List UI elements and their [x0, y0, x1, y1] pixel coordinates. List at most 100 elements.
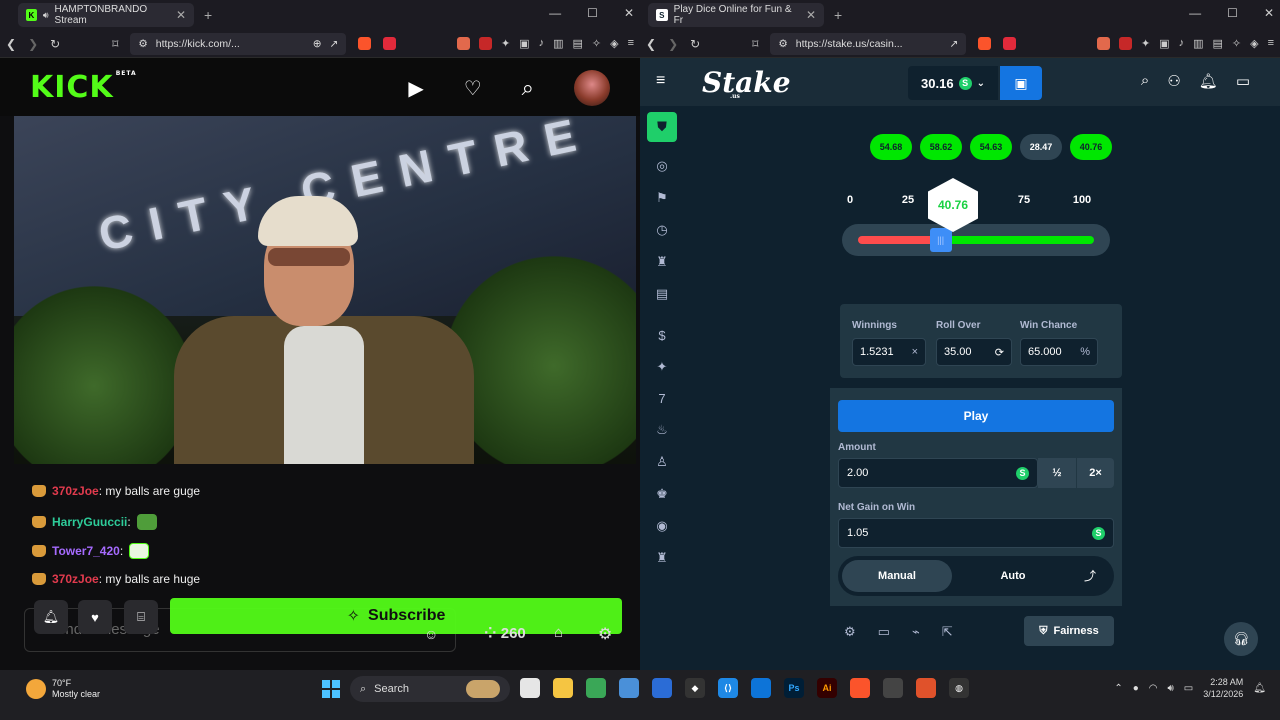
- calculator-icon[interactable]: [619, 678, 639, 698]
- live-support-icon[interactable]: 🎧︎: [1224, 622, 1258, 656]
- chevron-up-icon[interactable]: ⌃: [1114, 683, 1122, 694]
- hamburger-menu-icon[interactable]: ≡: [656, 72, 665, 90]
- notification-bell-icon[interactable]: 🔔︎: [34, 600, 68, 634]
- brave-shield-icon[interactable]: [358, 37, 372, 50]
- result-pill[interactable]: 54.68: [870, 134, 912, 160]
- game-shows-icon[interactable]: ♜: [656, 550, 668, 566]
- davinci-icon[interactable]: [883, 678, 903, 698]
- vpn-icon[interactable]: ◈: [610, 37, 618, 50]
- new-tab-icon[interactable]: +: [204, 7, 212, 23]
- forward-icon[interactable]: ❯: [28, 37, 38, 51]
- illustrator-icon[interactable]: Ai: [817, 678, 837, 698]
- sports-icon[interactable]: ◎: [656, 158, 667, 174]
- double-button[interactable]: 2×: [1077, 458, 1114, 488]
- result-pill[interactable]: 58.62: [920, 134, 962, 160]
- casino-icon[interactable]: ⛊: [647, 112, 677, 142]
- stake-logo[interactable]: Stake .us: [702, 66, 791, 100]
- menu-icon[interactable]: ≡: [628, 37, 634, 50]
- winnings-input[interactable]: 1.5231 ×: [852, 338, 926, 366]
- dice-slider[interactable]: |||: [842, 224, 1110, 256]
- reload-icon[interactable]: ↻: [50, 37, 60, 51]
- chat-username[interactable]: 370zJoe: [52, 572, 99, 586]
- amount-input[interactable]: 2.00 S: [838, 458, 1038, 488]
- exclusives-icon[interactable]: ♙: [656, 454, 668, 470]
- chat-username[interactable]: Tower7_420: [52, 544, 120, 558]
- address-bar[interactable]: ⚙ https://kick.com/... ⊕ ↗: [130, 32, 347, 55]
- bookmark-icon[interactable]: ⌑: [112, 37, 118, 51]
- photoshop-icon[interactable]: Ps: [784, 678, 804, 698]
- balance-dropdown[interactable]: 30.16 S ⌄: [908, 66, 998, 100]
- tab-stake-dice[interactable]: S Play Dice Online for Fun & Fr ✕: [648, 3, 824, 27]
- new-releases-icon[interactable]: ✦: [657, 359, 668, 375]
- theatre-mode-icon[interactable]: ▭: [878, 624, 890, 640]
- notepad-icon[interactable]: [586, 678, 606, 698]
- sidebar-icon[interactable]: ▥: [553, 37, 563, 50]
- following-heart-icon[interactable]: ♡: [464, 76, 482, 101]
- obs-icon[interactable]: ◍: [949, 678, 969, 698]
- file-explorer-icon[interactable]: [553, 678, 573, 698]
- speaker-icon[interactable]: 🔊︎: [43, 10, 49, 21]
- battery-icon[interactable]: ▭: [1184, 683, 1193, 694]
- close-window-icon[interactable]: ✕: [624, 6, 634, 20]
- user-avatar[interactable]: [574, 70, 610, 106]
- my-bets-icon[interactable]: ▤: [656, 286, 668, 302]
- wifi-icon[interactable]: ◠: [1149, 683, 1158, 694]
- tray-app-icon[interactable]: ●: [1133, 683, 1139, 694]
- unity-icon[interactable]: ◆: [685, 678, 705, 698]
- result-pill[interactable]: 40.76: [1070, 134, 1112, 160]
- close-tab-icon[interactable]: ✕: [176, 8, 186, 22]
- taskbar-search[interactable]: ⌕ Search: [350, 676, 510, 702]
- volume-icon[interactable]: 🔊︎: [1167, 683, 1173, 694]
- minimize-icon[interactable]: —: [1189, 6, 1201, 20]
- brave-icon[interactable]: [850, 678, 870, 698]
- notifications-bell-icon[interactable]: 🔔︎: [1199, 72, 1218, 90]
- challenges-icon[interactable]: ♜: [656, 254, 668, 270]
- task-view-icon[interactable]: [520, 678, 540, 698]
- y-extension-icon[interactable]: [478, 37, 492, 50]
- chat-settings-icon[interactable]: ⚙: [598, 624, 612, 644]
- new-tab-icon[interactable]: +: [834, 7, 842, 23]
- kick-logo[interactable]: KICK BETA: [30, 70, 137, 105]
- fairness-button[interactable]: ⛨ Fairness: [1024, 616, 1114, 646]
- zoom-icon[interactable]: ⊕: [313, 38, 322, 50]
- search-icon[interactable]: ⌕: [522, 75, 534, 101]
- maximize-icon[interactable]: ☐: [587, 6, 598, 20]
- gift-icon[interactable]: ⌸: [124, 600, 158, 634]
- follow-heart-icon[interactable]: ♥: [78, 600, 112, 634]
- ai-icon[interactable]: ✧: [592, 37, 601, 50]
- back-icon[interactable]: ❮: [646, 37, 656, 51]
- popout-icon[interactable]: ⇱: [942, 624, 953, 640]
- close-tab-icon[interactable]: ✕: [806, 8, 816, 22]
- ai-icon[interactable]: ✧: [1232, 37, 1241, 50]
- minimize-icon[interactable]: —: [549, 6, 561, 20]
- table-games-icon[interactable]: ♚: [656, 486, 668, 502]
- reload-icon[interactable]: ↻: [690, 37, 700, 51]
- sidebar-icon[interactable]: ▥: [1193, 37, 1203, 50]
- back-icon[interactable]: ❮: [6, 37, 16, 51]
- search-icon[interactable]: ⌕: [1141, 72, 1149, 90]
- tab-kick-stream[interactable]: K 🔊︎ HAMPTONBRANDO Stream ✕: [18, 3, 194, 27]
- slots-icon[interactable]: 7: [658, 391, 665, 406]
- chat-username[interactable]: 370zJoe: [52, 484, 99, 498]
- play-button[interactable]: Play: [838, 400, 1114, 432]
- half-button[interactable]: ½: [1038, 458, 1076, 488]
- maximize-icon[interactable]: ☐: [1227, 6, 1238, 20]
- result-pill[interactable]: 54.63: [970, 134, 1012, 160]
- address-bar[interactable]: ⚙ https://stake.us/casin... ↗: [770, 32, 967, 55]
- wallet-icon[interactable]: ▤: [1212, 37, 1222, 50]
- start-button[interactable]: [322, 680, 340, 698]
- hot-icon[interactable]: ♨: [656, 422, 668, 438]
- browse-icon[interactable]: ▶︎: [408, 76, 423, 101]
- music-icon[interactable]: ♪: [1179, 37, 1185, 50]
- chat-username[interactable]: HarryGuuccii: [52, 515, 127, 529]
- edge-icon[interactable]: [751, 678, 771, 698]
- app-icon[interactable]: [916, 678, 936, 698]
- user-icon[interactable]: ⚇: [1167, 72, 1180, 90]
- recent-icon[interactable]: ◷: [656, 222, 667, 238]
- puzzle-extension-icon[interactable]: ✦: [1141, 37, 1150, 50]
- result-pill[interactable]: 28.47: [1020, 134, 1062, 160]
- site-settings-icon[interactable]: ⚙: [778, 38, 787, 50]
- slider-handle[interactable]: |||: [929, 228, 952, 252]
- win-chance-input[interactable]: 65.000%: [1020, 338, 1098, 366]
- bookmark-icon[interactable]: ⌑: [752, 37, 758, 51]
